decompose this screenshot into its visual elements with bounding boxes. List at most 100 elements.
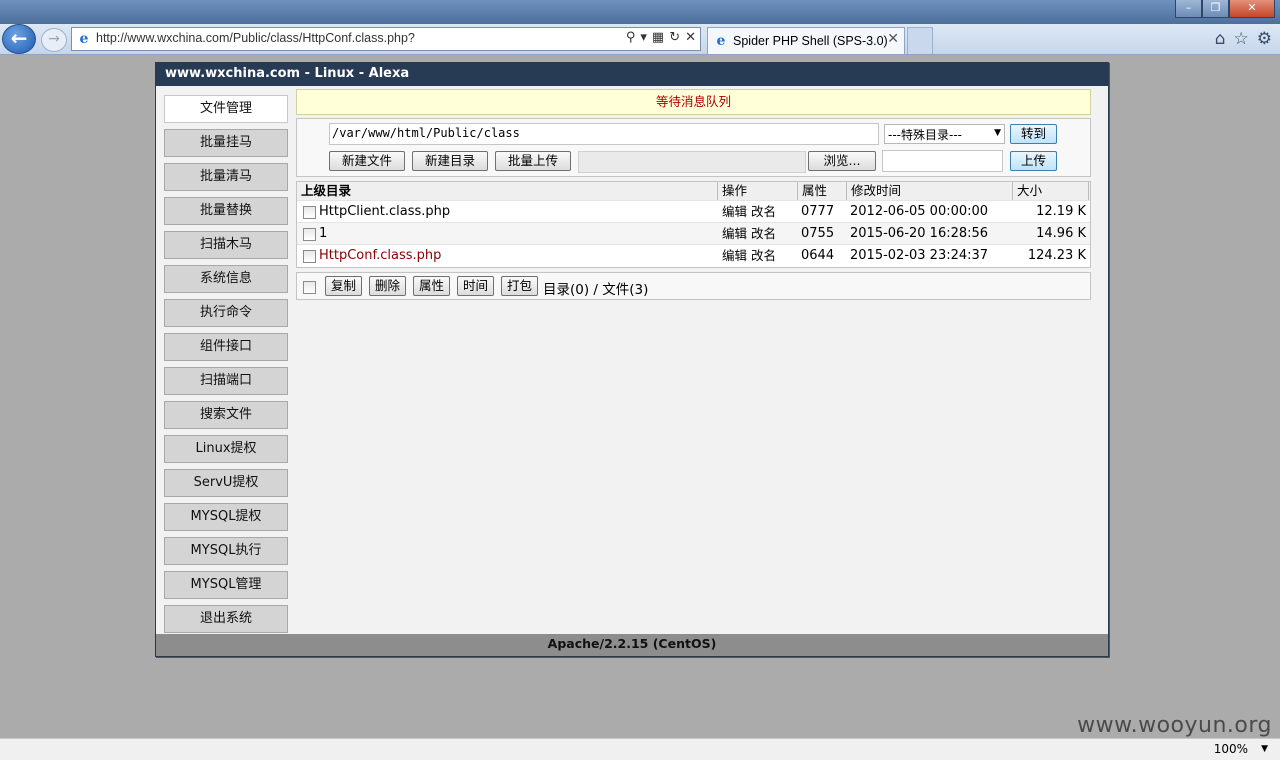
panel-footer: Apache/2.2.15 (CentOS) [156,634,1108,656]
file-name-cell: HttpClient.class.php [297,201,718,222]
table-header-row: 上级目录 操作 属性 修改时间 大小 [297,182,1090,201]
pack-button[interactable]: 打包 [501,276,538,296]
favorites-star-icon[interactable]: ☆ [1234,29,1249,49]
watermark: www.wooyun.org [1077,713,1272,738]
sidebar-item-exec-command[interactable]: 执行命令 [164,299,288,327]
gear-icon[interactable]: ⚙ [1257,29,1272,49]
file-link[interactable]: HttpClient.class.php [319,201,450,222]
zoom-chevron-down-icon[interactable]: ▼ [1261,744,1268,754]
time-link[interactable]: 2015-06-20 16:28:56 [847,223,1013,244]
row-checkbox[interactable] [303,206,316,219]
edit-link[interactable]: 编辑 [722,204,747,219]
tab-close-icon[interactable]: ✕ [887,31,899,47]
tab-title: Spider PHP Shell (SPS-3.0) [733,34,888,48]
new-file-button[interactable]: 新建文件 [329,151,405,171]
refresh-icon[interactable]: ↻ [669,30,680,45]
header-ops: 操作 [718,182,798,200]
row-checkbox[interactable] [303,250,316,263]
size-cell: 124.23 K [1027,248,1086,263]
size-cell: 14.96 K [1036,226,1086,241]
row-checkbox[interactable] [303,228,316,241]
dropdown-icon[interactable]: ▾ [640,30,647,45]
file-toolbox: /var/www/html/Public/class ---特殊目录--- ▼ … [296,118,1091,177]
browser-tab[interactable]: e Spider PHP Shell (SPS-3.0) ✕ [707,27,905,54]
ops-cell: 编辑 改名 [718,201,798,222]
upload-name-input[interactable] [882,150,1003,172]
ops-cell: 编辑 改名 [718,223,798,244]
edit-link[interactable]: 编辑 [722,226,747,241]
sidebar-item-components[interactable]: 组件接口 [164,333,288,361]
table-row: HttpClient.class.php 编辑 改名 0777 2012-06-… [297,201,1090,223]
window-controls: – ❐ ✕ [1175,0,1275,18]
upload-file-path[interactable] [578,151,806,173]
batch-upload-button[interactable]: 批量上传 [495,151,571,171]
header-perm: 属性 [798,182,847,200]
sidebar-item-system-info[interactable]: 系统信息 [164,265,288,293]
sidebar-item-scan-ports[interactable]: 扫描端口 [164,367,288,395]
sidebar-item-search-files[interactable]: 搜索文件 [164,401,288,429]
attributes-button[interactable]: 属性 [413,276,450,296]
special-dir-select[interactable]: ---特殊目录--- ▼ [884,124,1005,144]
sidebar-item-linux-privesc[interactable]: Linux提权 [164,435,288,463]
time-link[interactable]: 2012-06-05 00:00:00 [847,201,1013,222]
ie-page-icon: e [79,31,89,47]
perm-link[interactable]: 0644 [798,245,847,267]
select-all-checkbox[interactable] [303,281,316,294]
compat-view-icon[interactable]: ▦ [652,30,664,45]
message-notice: 等待消息队列 [296,89,1091,115]
file-table: 上级目录 操作 属性 修改时间 大小 HttpClient.class.php … [296,181,1091,268]
table-row: HttpConf.class.php 编辑 改名 0644 2015-02-03… [297,245,1090,267]
new-dir-button[interactable]: 新建目录 [412,151,488,171]
perm-link[interactable]: 0777 [798,201,847,222]
sidebar-item-file-manager[interactable]: 文件管理 [164,95,288,123]
zoom-level[interactable]: 100% [1214,742,1248,756]
time-link[interactable]: 2015-02-03 23:24:37 [847,245,1013,267]
close-window-button[interactable]: ✕ [1229,0,1275,18]
home-icon[interactable]: ⌂ [1215,29,1226,49]
browse-button[interactable]: 浏览... [808,151,876,171]
shell-panel: www.wxchina.com - Linux - Alexa 文件管理 批量挂… [155,62,1109,657]
goto-button[interactable]: 转到 [1010,124,1057,144]
browser-tools: ⌂ ☆ ⚙ [1215,29,1272,49]
perm-link[interactable]: 0755 [798,223,847,244]
file-link[interactable]: HttpConf.class.php [319,245,441,266]
maximize-button[interactable]: ❐ [1202,0,1229,18]
rename-link[interactable]: 改名 [751,204,776,219]
sidebar-item-batch-clean[interactable]: 批量清马 [164,163,288,191]
sidebar-item-servu-privesc[interactable]: ServU提权 [164,469,288,497]
stop-icon[interactable]: ✕ [685,30,696,45]
tab-ie-icon: e [716,33,726,49]
path-input[interactable]: /var/www/html/Public/class [329,123,879,145]
delete-button[interactable]: 删除 [369,276,406,296]
sidebar-item-mysql-privesc[interactable]: MYSQL提权 [164,503,288,531]
edit-link[interactable]: 编辑 [722,248,747,263]
sidebar-item-mysql-exec[interactable]: MYSQL执行 [164,537,288,565]
search-icon[interactable]: ⚲ [626,30,636,45]
sidebar-item-batch-trojan[interactable]: 批量挂马 [164,129,288,157]
minimize-button[interactable]: – [1175,0,1202,18]
address-url[interactable]: http://www.wxchina.com/Public/class/Http… [96,31,415,45]
header-time: 修改时间 [847,182,1013,200]
page-viewport: www.wxchina.com - Linux - Alexa 文件管理 批量挂… [0,56,1280,738]
new-tab-button[interactable] [907,27,933,54]
copy-button[interactable]: 复制 [325,276,362,296]
rename-link[interactable]: 改名 [751,248,776,263]
dir-file-summary: 目录(0) / 文件(3) [543,282,649,298]
address-bar[interactable]: e http://www.wxchina.com/Public/class/Ht… [71,27,701,51]
address-tools: ⚲ ▾ ▦ ↻ ✕ [626,30,696,45]
sidebar-item-batch-replace[interactable]: 批量替换 [164,197,288,225]
header-size: 大小 [1013,182,1089,200]
sidebar-item-scan-trojan[interactable]: 扫描木马 [164,231,288,259]
time-button[interactable]: 时间 [457,276,494,296]
file-link[interactable]: 1 [319,223,327,244]
back-button[interactable]: ← [2,24,36,54]
sidebar-item-logout[interactable]: 退出系统 [164,605,288,633]
upload-button[interactable]: 上传 [1010,151,1057,171]
sidebar-item-mysql-manage[interactable]: MYSQL管理 [164,571,288,599]
forward-button[interactable]: → [41,28,67,52]
rename-link[interactable]: 改名 [751,226,776,241]
size-cell: 12.19 K [1036,204,1086,219]
chevron-down-icon: ▼ [994,128,1001,138]
parent-dir-link[interactable]: 上级目录 [297,182,718,200]
table-row: 1 编辑 改名 0755 2015-06-20 16:28:56 14.96 K [297,223,1090,245]
